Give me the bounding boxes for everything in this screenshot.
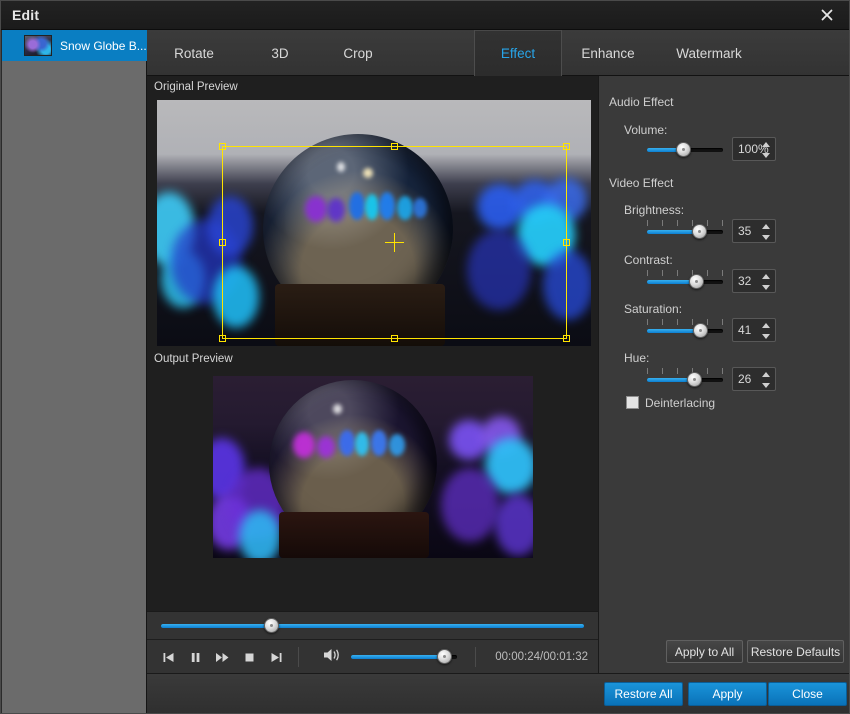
effect-settings-panel: Audio Effect Volume: 100% Video Effect B… xyxy=(598,76,849,673)
restore-defaults-button[interactable]: Restore Defaults xyxy=(747,640,844,663)
video-effect-group-label: Video Effect xyxy=(609,176,674,190)
apply-to-all-button[interactable]: Apply to All xyxy=(666,640,743,663)
hue-slider[interactable] xyxy=(647,368,727,390)
contrast-slider[interactable] xyxy=(647,270,727,292)
original-preview-label: Original Preview xyxy=(154,81,238,93)
tab-bar: Rotate 3D Crop Effect Enhance Watermark xyxy=(147,30,849,76)
next-button[interactable] xyxy=(263,644,290,670)
speaker-icon[interactable] xyxy=(323,647,347,667)
contrast-spinbox[interactable]: 32 xyxy=(732,269,776,293)
timeline-slider[interactable] xyxy=(147,612,598,640)
close-button[interactable]: Close xyxy=(768,682,847,706)
saturation-label: Saturation: xyxy=(624,302,683,316)
tab-crop[interactable]: Crop xyxy=(319,30,397,76)
tab-effect[interactable]: Effect xyxy=(474,30,562,76)
output-preview-label: Output Preview xyxy=(154,353,233,365)
deinterlacing-label: Deinterlacing xyxy=(645,396,716,410)
playback-buttons-row: 00:00:24/00:01:32 xyxy=(147,640,598,674)
volume-slider-audio[interactable] xyxy=(647,140,727,160)
playback-transport: 00:00:24/00:01:32 xyxy=(147,611,598,673)
saturation-value: 41 xyxy=(738,323,752,337)
window-title: Edit xyxy=(12,7,40,23)
sidebar-item-snow-globe[interactable]: Snow Globe B... xyxy=(2,30,147,61)
media-list-sidebar: Snow Globe B... xyxy=(2,30,147,713)
restore-all-button[interactable]: Restore All xyxy=(604,682,683,706)
brightness-label: Brightness: xyxy=(624,203,685,217)
pause-button[interactable] xyxy=(182,644,209,670)
tab-rotate[interactable]: Rotate xyxy=(147,30,241,76)
output-preview-image xyxy=(213,376,533,558)
audio-effect-group-label: Audio Effect xyxy=(609,95,674,109)
contrast-value: 32 xyxy=(738,274,752,288)
volume-label: Volume: xyxy=(624,123,668,137)
fast-forward-button[interactable] xyxy=(209,644,236,670)
apply-button[interactable]: Apply xyxy=(688,682,767,706)
stop-button[interactable] xyxy=(236,644,263,670)
tab-3d[interactable]: 3D xyxy=(241,30,319,76)
contrast-label: Contrast: xyxy=(624,253,673,267)
thumbnail-image xyxy=(24,35,52,56)
tab-watermark[interactable]: Watermark xyxy=(654,30,764,76)
hue-spinbox[interactable]: 26 xyxy=(732,367,776,391)
saturation-slider[interactable] xyxy=(647,319,727,341)
saturation-stepper[interactable] xyxy=(762,322,771,340)
volume-spinbox[interactable]: 100% xyxy=(732,137,776,161)
timeline-fill xyxy=(161,624,584,628)
edit-dialog: Edit Snow Globe B... Rotate 3D Crop Effe… xyxy=(0,0,850,714)
timecode-label: 00:00:24/00:01:32 xyxy=(495,651,588,663)
saturation-spinbox[interactable]: 41 xyxy=(732,318,776,342)
output-preview-stage xyxy=(147,368,598,613)
tab-enhance[interactable]: Enhance xyxy=(562,30,654,76)
volume-slider[interactable] xyxy=(351,647,461,667)
brightness-value: 35 xyxy=(738,224,752,238)
hue-stepper[interactable] xyxy=(762,371,771,389)
contrast-stepper[interactable] xyxy=(762,273,771,291)
sidebar-item-label: Snow Globe B... xyxy=(60,38,147,53)
preview-area: Original Preview Output Preview xyxy=(147,76,598,673)
brightness-stepper[interactable] xyxy=(762,223,771,241)
close-icon[interactable] xyxy=(803,1,849,29)
deinterlacing-checkbox[interactable] xyxy=(626,396,639,409)
brightness-spinbox[interactable]: 35 xyxy=(732,219,776,243)
title-bar: Edit xyxy=(1,1,849,30)
volume-stepper[interactable] xyxy=(762,141,771,159)
hue-value: 26 xyxy=(738,372,752,386)
timeline-thumb[interactable] xyxy=(263,618,279,633)
brightness-slider[interactable] xyxy=(647,220,727,242)
original-preview-canvas[interactable] xyxy=(157,100,591,346)
hue-label: Hue: xyxy=(624,351,650,365)
original-preview-image xyxy=(157,100,591,346)
output-preview-canvas[interactable] xyxy=(213,376,533,558)
previous-button[interactable] xyxy=(155,644,182,670)
divider-2 xyxy=(475,647,476,667)
divider xyxy=(298,647,299,667)
dialog-footer: Restore All Apply Close xyxy=(147,673,849,713)
